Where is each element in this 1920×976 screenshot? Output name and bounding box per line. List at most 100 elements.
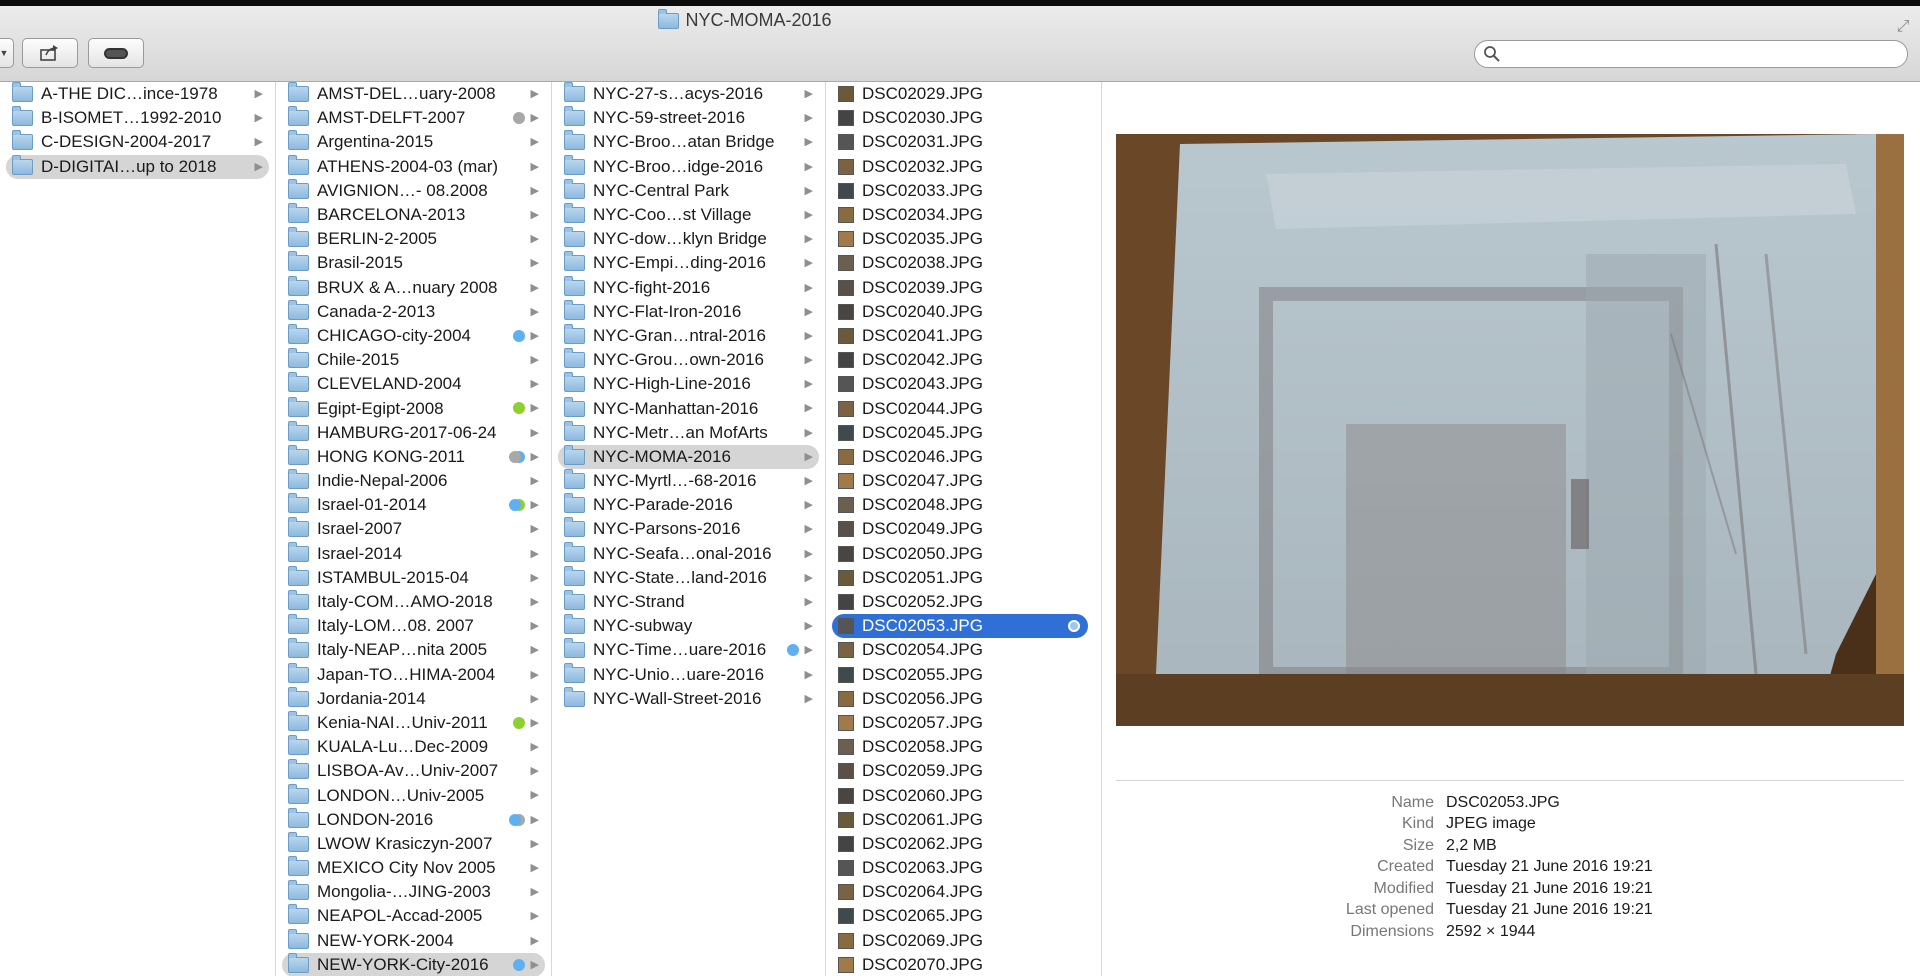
col3-folder-item[interactable]: NYC-Flat-Iron-2016 ▶ — [558, 299, 819, 324]
col2-folder-item[interactable]: LISBOA-Av…Univ-2007 ▶ — [282, 759, 545, 783]
fullscreen-icon[interactable]: ⤢ — [1894, 18, 1912, 36]
file-item[interactable]: DSC02034.JPG — [832, 203, 1088, 227]
file-item[interactable]: DSC02070.JPG — [832, 953, 1088, 976]
file-item[interactable]: DSC02030.JPG — [832, 106, 1088, 130]
col2-folder-item[interactable]: Kenia-NAI…Univ-2011 ▶ — [282, 710, 545, 735]
col3-folder-item[interactable]: NYC-Broo…atan Bridge ▶ — [558, 130, 819, 154]
col3-folder-item[interactable]: NYC-Gran…ntral-2016 ▶ — [558, 323, 819, 348]
col3-folder-item[interactable]: NYC-Metr…an MofArts ▶ — [558, 420, 819, 445]
file-item[interactable]: DSC02065.JPG — [832, 904, 1088, 928]
column-1[interactable]: A-THE DIC…ince-1978 ▶ B-ISOMET…1992-2010 ▶ C… — [0, 82, 276, 976]
col3-folder-item[interactable]: NYC-State…land-2016 ▶ — [558, 565, 819, 590]
file-item[interactable]: DSC02069.JPG — [832, 929, 1088, 953]
file-item[interactable]: DSC02053.JPG — [832, 614, 1088, 639]
file-item[interactable]: DSC02060.JPG — [832, 783, 1088, 807]
file-item[interactable]: DSC02039.JPG — [832, 276, 1088, 300]
col1-folder-item[interactable]: B-ISOMET…1992-2010 ▶ — [6, 106, 269, 130]
col1-folder-item[interactable]: A-THE DIC…ince-1978 ▶ — [6, 82, 269, 106]
col2-folder-item[interactable]: Argentina-2015 ▶ — [282, 130, 545, 154]
col3-folder-item[interactable]: NYC-Grou…own-2016 ▶ — [558, 348, 819, 372]
search-field[interactable] — [1474, 40, 1908, 68]
col3-folder-item[interactable]: NYC-Seafa…onal-2016 ▶ — [558, 541, 819, 566]
col2-folder-item[interactable]: ATHENS-2004-03 (mar) ▶ — [282, 154, 545, 179]
col3-folder-item[interactable]: NYC-Wall-Street-2016 ▶ — [558, 686, 819, 711]
file-item[interactable]: DSC02052.JPG — [832, 590, 1088, 614]
file-item[interactable]: DSC02063.JPG — [832, 856, 1088, 880]
col3-folder-item[interactable]: NYC-Coo…st Village ▶ — [558, 203, 819, 227]
file-item[interactable]: DSC02061.JPG — [832, 808, 1088, 832]
file-item[interactable]: DSC02035.JPG — [832, 227, 1088, 251]
file-item[interactable]: DSC02064.JPG — [832, 880, 1088, 904]
file-item[interactable]: DSC02046.JPG — [832, 445, 1088, 469]
file-item[interactable]: DSC02057.JPG — [832, 711, 1088, 735]
col2-folder-item[interactable]: MEXICO City Nov 2005 ▶ — [282, 856, 545, 880]
file-item[interactable]: DSC02049.JPG — [832, 517, 1088, 541]
file-item[interactable]: DSC02038.JPG — [832, 251, 1088, 275]
file-item[interactable]: DSC02050.JPG — [832, 542, 1088, 566]
col3-folder-item[interactable]: NYC-High-Line-2016 ▶ — [558, 372, 819, 396]
file-item[interactable]: DSC02044.JPG — [832, 396, 1088, 420]
column-2[interactable]: AMST-DEL…uary-2008 ▶ AMST-DELFT-2007 ▶ Argen… — [276, 82, 552, 976]
col3-folder-item[interactable]: NYC-Parade-2016 ▶ — [558, 493, 819, 517]
tags-button[interactable] — [88, 38, 144, 68]
col3-folder-item[interactable]: NYC-59-street-2016 ▶ — [558, 106, 819, 130]
col2-folder-item[interactable]: HAMBURG-2017-06-24 ▶ — [282, 420, 545, 445]
share-button[interactable] — [22, 38, 78, 68]
file-item[interactable]: DSC02032.JPG — [832, 155, 1088, 179]
col2-folder-item[interactable]: Brasil-2015 ▶ — [282, 251, 545, 275]
col2-folder-item[interactable]: LWOW Krasiczyn-2007 ▶ — [282, 831, 545, 856]
file-item[interactable]: DSC02059.JPG — [832, 759, 1088, 783]
search-input[interactable] — [1503, 45, 1887, 63]
col2-folder-item[interactable]: Italy-NEAP…nita 2005 ▶ — [282, 638, 545, 662]
file-item[interactable]: DSC02048.JPG — [832, 493, 1088, 517]
col2-folder-item[interactable]: LONDON-2016 ▶ — [282, 807, 545, 832]
col2-folder-item[interactable]: AMST-DELFT-2007 ▶ — [282, 106, 545, 130]
column-4-files[interactable]: DSC02029.JPG DSC02030.JPG DSC02031.JPG DSC0… — [826, 82, 1102, 976]
col3-folder-item[interactable]: NYC-MOMA-2016 ▶ — [558, 444, 819, 469]
col1-folder-item[interactable]: D-DIGITAI…up to 2018 ▶ — [6, 154, 269, 179]
col2-folder-item[interactable]: CLEVELAND-2004 ▶ — [282, 372, 545, 396]
file-item[interactable]: DSC02056.JPG — [832, 687, 1088, 711]
col3-folder-item[interactable]: NYC-dow…klyn Bridge ▶ — [558, 227, 819, 251]
col2-folder-item[interactable]: Chile-2015 ▶ — [282, 348, 545, 372]
col3-folder-item[interactable]: NYC-27-s…acys-2016 ▶ — [558, 82, 819, 106]
col2-folder-item[interactable]: Indie-Nepal-2006 ▶ — [282, 469, 545, 493]
file-item[interactable]: DSC02047.JPG — [832, 469, 1088, 493]
col2-folder-item[interactable]: Canada-2-2013 ▶ — [282, 299, 545, 324]
col2-folder-item[interactable]: Israel-01-2014 ▶ — [282, 493, 545, 517]
col2-folder-item[interactable]: Israel-2014 ▶ — [282, 541, 545, 566]
file-item[interactable]: DSC02055.JPG — [832, 663, 1088, 687]
col1-folder-item[interactable]: C-DESIGN-2004-2017 ▶ — [6, 130, 269, 154]
col3-folder-item[interactable]: NYC-Myrtl…-68-2016 ▶ — [558, 469, 819, 493]
col2-folder-item[interactable]: ISTAMBUL-2015-04 ▶ — [282, 565, 545, 590]
col2-folder-item[interactable]: KUALA-Lu…Dec-2009 ▶ — [282, 735, 545, 759]
file-item[interactable]: DSC02040.JPG — [832, 300, 1088, 324]
col2-folder-item[interactable]: LONDON…Univ-2005 ▶ — [282, 783, 545, 807]
column-3[interactable]: NYC-27-s…acys-2016 ▶ NYC-59-street-2016 ▶ NY… — [552, 82, 826, 976]
col3-folder-item[interactable]: NYC-Empi…ding-2016 ▶ — [558, 251, 819, 275]
col2-folder-item[interactable]: NEW-YORK-2004 ▶ — [282, 928, 545, 953]
file-item[interactable]: DSC02042.JPG — [832, 348, 1088, 372]
col2-folder-item[interactable]: BARCELONA-2013 ▶ — [282, 203, 545, 227]
file-item[interactable]: DSC02058.JPG — [832, 735, 1088, 759]
file-item[interactable]: DSC02043.JPG — [832, 372, 1088, 396]
col3-folder-item[interactable]: NYC-fight-2016 ▶ — [558, 275, 819, 300]
col3-folder-item[interactable]: NYC-Broo…idge-2016 ▶ — [558, 154, 819, 179]
col2-folder-item[interactable]: AVIGNION…- 08.2008 ▶ — [282, 178, 545, 203]
col2-folder-item[interactable]: Israel-2007 ▶ — [282, 517, 545, 541]
view-options-button[interactable]: ▼ — [0, 38, 14, 68]
col2-folder-item[interactable]: NEAPOL-Accad-2005 ▶ — [282, 904, 545, 928]
col3-folder-item[interactable]: NYC-Strand ▶ — [558, 590, 819, 614]
col2-folder-item[interactable]: Italy-LOM…08. 2007 ▶ — [282, 614, 545, 638]
col2-folder-item[interactable]: Mongolia-…JING-2003 ▶ — [282, 880, 545, 904]
col3-folder-item[interactable]: NYC-Central Park ▶ — [558, 178, 819, 203]
col2-folder-item[interactable]: NEW-YORK-City-2016 ▶ — [282, 952, 545, 976]
file-item[interactable]: DSC02041.JPG — [832, 324, 1088, 348]
file-item[interactable]: DSC02062.JPG — [832, 832, 1088, 856]
file-item[interactable]: DSC02029.JPG — [832, 82, 1088, 106]
col3-folder-item[interactable]: NYC-Parsons-2016 ▶ — [558, 517, 819, 541]
col2-folder-item[interactable]: Italy-COM…AMO-2018 ▶ — [282, 590, 545, 614]
col2-folder-item[interactable]: AMST-DEL…uary-2008 ▶ — [282, 82, 545, 106]
file-item[interactable]: DSC02051.JPG — [832, 566, 1088, 590]
col3-folder-item[interactable]: NYC-subway ▶ — [558, 614, 819, 638]
